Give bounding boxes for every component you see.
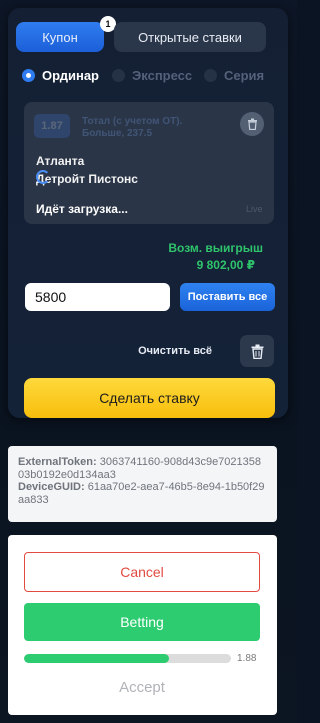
- bet-type-series-label: Серия: [224, 68, 265, 83]
- bet-type-series[interactable]: Серия: [204, 68, 264, 83]
- odds-value: 1.87: [34, 114, 70, 138]
- loading-text: Идёт загрузка...: [36, 202, 128, 216]
- stake-all-label: Поставить все: [187, 291, 268, 303]
- cancel-button[interactable]: Cancel: [24, 552, 260, 592]
- clear-all-label: Очистить всё: [138, 345, 212, 357]
- place-bet-button[interactable]: Сделать ставку: [24, 378, 275, 418]
- trash-icon: [251, 344, 263, 359]
- betting-button[interactable]: Betting: [24, 603, 260, 641]
- accept-button[interactable]: Accept: [24, 675, 260, 699]
- tab-open-bets[interactable]: Открытые ставки: [114, 22, 266, 52]
- bet-selection-card: 1.87 Тотал (с учетом ОТ). Больше, 237.5 …: [24, 102, 274, 224]
- radio-selected-icon: [22, 69, 35, 82]
- clear-all-button[interactable]: [240, 335, 274, 367]
- bet-type-express[interactable]: Экспресс: [112, 68, 192, 83]
- stake-input[interactable]: [25, 283, 170, 311]
- betting-label: Betting: [120, 614, 164, 630]
- cancel-label: Cancel: [120, 564, 164, 580]
- radio-unselected-icon: [204, 69, 217, 82]
- team-home: Атланта: [36, 154, 85, 168]
- tab-coupon-label: Купон: [42, 29, 78, 45]
- tab-open-bets-label: Открытые ставки: [138, 29, 242, 45]
- bet-type-express-label: Экспресс: [132, 68, 193, 83]
- progress-fill: [24, 654, 169, 663]
- team-away: Детройт Пистонс: [36, 172, 138, 186]
- bet-slip-panel: Купон 1 Открытые ставки Ординар Экспресс…: [8, 8, 288, 418]
- loading-spinner-icon: [36, 170, 50, 184]
- remove-selection-button[interactable]: [240, 112, 264, 136]
- action-panel: Cancel Betting 1.88 Accept: [8, 535, 277, 715]
- possible-win-label: Возм. выигрыш: [168, 241, 263, 255]
- place-bet-label: Сделать ставку: [99, 390, 200, 406]
- bet-type-selector: Ординар Экспресс Серия: [20, 68, 288, 84]
- progress-value: 1.88: [237, 653, 257, 664]
- accept-label: Accept: [119, 678, 165, 696]
- external-token-label: ExternalToken:: [18, 456, 97, 468]
- tab-coupon[interactable]: Купон: [16, 22, 104, 52]
- radio-unselected-icon: [112, 69, 125, 82]
- app-root: Купон 1 Открытые ставки Ординар Экспресс…: [0, 0, 297, 723]
- stake-all-button[interactable]: Поставить все: [180, 283, 275, 311]
- live-label: Live: [246, 204, 263, 214]
- possible-win-value: 9 802,00 ₽: [196, 258, 255, 272]
- slip-tabs: Купон 1 Открытые ставки: [16, 16, 280, 52]
- device-guid-label: DeviceGUID:: [18, 481, 85, 493]
- bet-type-single[interactable]: Ординар: [22, 68, 99, 83]
- progress-bar: [24, 654, 231, 663]
- token-info-panel: ExternalToken: 3063741160-908d43c9e70213…: [8, 446, 277, 522]
- market-name: Тотал (с учетом ОТ). Больше, 237.5: [82, 116, 183, 139]
- bet-type-single-label: Ординар: [42, 68, 99, 83]
- trash-icon: [247, 118, 257, 130]
